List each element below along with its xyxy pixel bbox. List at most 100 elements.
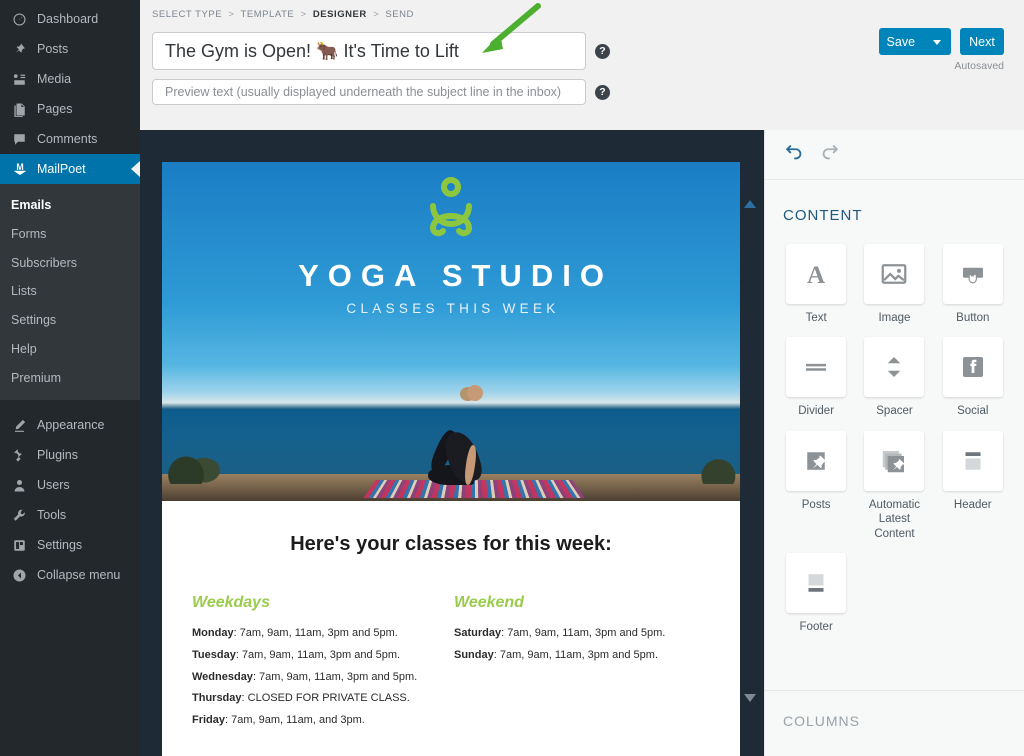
help-circle-icon[interactable]: ? xyxy=(595,84,610,100)
breadcrumb-select-type[interactable]: SELECT TYPE xyxy=(152,9,222,20)
sidebar-label: Settings xyxy=(37,538,83,552)
schedule-times: : 7am, 9am, 11am, 3pm and 5pm. xyxy=(235,648,401,661)
widget-label: Spacer xyxy=(876,405,913,418)
widget-label: Divider xyxy=(798,405,835,418)
undo-icon[interactable] xyxy=(783,141,805,168)
widgets-region: CONTENT A Text Image Button Divider Spac… xyxy=(765,180,1024,690)
collapse-menu-button[interactable]: Collapse menu xyxy=(0,560,140,590)
sidebar-item-pages[interactable]: Pages xyxy=(0,94,140,124)
chevron-down-icon[interactable] xyxy=(932,39,941,45)
widget-label: Social xyxy=(957,405,989,418)
widget-divider[interactable]: Divider xyxy=(777,337,855,418)
next-button[interactable]: Next xyxy=(960,28,1004,55)
hero-yoga-figure xyxy=(427,383,496,487)
schedule-day: Thursday xyxy=(192,692,242,705)
submenu-item-premium[interactable]: Premium xyxy=(0,364,140,393)
widget-label: Automatic Latest Content xyxy=(868,498,921,540)
dashboard-icon xyxy=(11,11,28,28)
email-column-weekend[interactable]: Weekend Saturday: 7am, 9am, 11am, 3pm an… xyxy=(448,594,710,736)
scroll-down-arrow[interactable] xyxy=(744,694,756,702)
submenu-label: Lists xyxy=(11,284,37,299)
automatic-latest-content-icon xyxy=(864,430,925,491)
submenu-label: Emails xyxy=(11,198,52,212)
submenu-label: Help xyxy=(11,341,37,356)
submenu-item-subscribers[interactable]: Subscribers xyxy=(0,249,140,278)
columns-section-title[interactable]: COLUMNS xyxy=(765,690,1024,756)
sidebar-item-users[interactable]: Users xyxy=(0,470,140,500)
preview-text-input[interactable] xyxy=(152,79,586,105)
redo-icon[interactable] xyxy=(819,141,841,168)
email-heading[interactable]: Here's your classes for this week: xyxy=(192,533,710,556)
help-circle-icon[interactable]: ? xyxy=(595,43,610,59)
submenu-item-help[interactable]: Help xyxy=(0,335,140,364)
widget-label: Text xyxy=(805,312,827,324)
submenu-item-lists[interactable]: Lists xyxy=(0,277,140,306)
sidebar-item-settings[interactable]: Settings xyxy=(0,530,140,560)
widget-image[interactable]: Image xyxy=(855,244,933,325)
breadcrumb-send[interactable]: SEND xyxy=(385,9,414,20)
wp-admin-sidebar: Dashboard Posts Media Pages Comments M M… xyxy=(0,0,140,756)
media-icon xyxy=(11,71,28,88)
sidebar-item-mailpoet[interactable]: M MailPoet xyxy=(0,154,140,184)
button-cursor-icon xyxy=(942,244,1003,304)
breadcrumb-separator: > xyxy=(300,9,307,20)
header-icon xyxy=(942,430,1003,491)
sidebar-item-appearance[interactable]: Appearance xyxy=(0,410,140,440)
column-title: Weekdays xyxy=(192,594,270,611)
comment-icon xyxy=(11,131,28,148)
schedule-line: Thursday: CLOSED FOR PRIVATE CLASS. xyxy=(192,692,430,706)
schedule-day: Wednesday xyxy=(192,670,253,683)
email-preview[interactable]: YOGA STUDIO CLASSES THIS WEEK Here's you… xyxy=(162,162,740,756)
subject-input[interactable] xyxy=(152,32,586,70)
sidebar-item-plugins[interactable]: Plugins xyxy=(0,440,140,470)
widget-button[interactable]: Button xyxy=(934,244,1012,325)
schedule-day: Sunday xyxy=(454,648,494,661)
sidebar-label: Tools xyxy=(37,508,67,522)
widget-social[interactable]: Social xyxy=(934,337,1012,418)
sidebar-item-media[interactable]: Media xyxy=(0,64,140,94)
widget-automatic-latest-content[interactable]: Automatic Latest Content xyxy=(855,430,933,541)
submenu-item-emails[interactable]: Emails xyxy=(0,191,140,220)
active-caret-icon xyxy=(131,161,140,177)
image-icon xyxy=(864,244,925,304)
breadcrumb: SELECT TYPE > TEMPLATE > DESIGNER > SEND xyxy=(152,9,1024,20)
breadcrumb-separator: > xyxy=(373,9,380,20)
widget-posts[interactable]: Posts xyxy=(777,430,855,541)
mailpoet-email-designer: Dashboard Posts Media Pages Comments M M… xyxy=(0,0,1024,756)
topbar-actions: Save Next Autosaved xyxy=(878,28,1004,72)
history-toolbar xyxy=(765,130,1024,180)
sidebar-item-comments[interactable]: Comments xyxy=(0,124,140,154)
mailpoet-icon: M xyxy=(11,161,28,178)
submenu-item-forms[interactable]: Forms xyxy=(0,220,140,249)
submenu-label: Settings xyxy=(11,313,57,327)
widget-label: Image xyxy=(878,312,911,324)
scroll-up-arrow[interactable] xyxy=(744,200,756,208)
column-title: Weekend xyxy=(454,594,524,611)
schedule-day: Monday xyxy=(192,627,234,639)
schedule-times: : 7am, 9am, 11am, and 3pm. xyxy=(225,714,365,726)
widget-text[interactable]: A Text xyxy=(777,244,855,325)
submenu-label: Premium xyxy=(11,370,62,385)
breadcrumb-template[interactable]: TEMPLATE xyxy=(240,9,294,20)
sidebar-label: Media xyxy=(37,71,72,86)
widget-header[interactable]: Header xyxy=(934,430,1012,541)
widget-spacer[interactable]: Spacer xyxy=(855,337,933,418)
widget-label: Button xyxy=(956,312,990,324)
widget-grid: A Text Image Button Divider Spacer Socia… xyxy=(765,244,1024,646)
widget-footer[interactable]: Footer xyxy=(777,552,855,634)
sidebar-label: Pages xyxy=(37,101,73,116)
save-button[interactable]: Save xyxy=(878,28,951,55)
pin-icon xyxy=(11,41,28,58)
sidebar-item-dashboard[interactable]: Dashboard xyxy=(0,4,140,34)
content-section-title: CONTENT xyxy=(783,207,863,224)
schedule-times: : 7am, 9am, 11am, 3pm and 5pm. xyxy=(252,670,418,683)
email-body: Here's your classes for this week: Weekd… xyxy=(162,501,740,736)
svg-text:A: A xyxy=(807,262,825,289)
sidebar-item-tools[interactable]: Tools xyxy=(0,500,140,530)
sidebar-item-posts[interactable]: Posts xyxy=(0,34,140,64)
pages-icon xyxy=(11,101,28,118)
email-hero-image[interactable]: YOGA STUDIO CLASSES THIS WEEK xyxy=(162,162,740,501)
email-column-weekdays[interactable]: Weekdays Monday: 7am, 9am, 11am, 3pm and… xyxy=(192,594,448,736)
submenu-item-settings[interactable]: Settings xyxy=(0,306,140,335)
breadcrumb-designer[interactable]: DESIGNER xyxy=(313,9,367,20)
